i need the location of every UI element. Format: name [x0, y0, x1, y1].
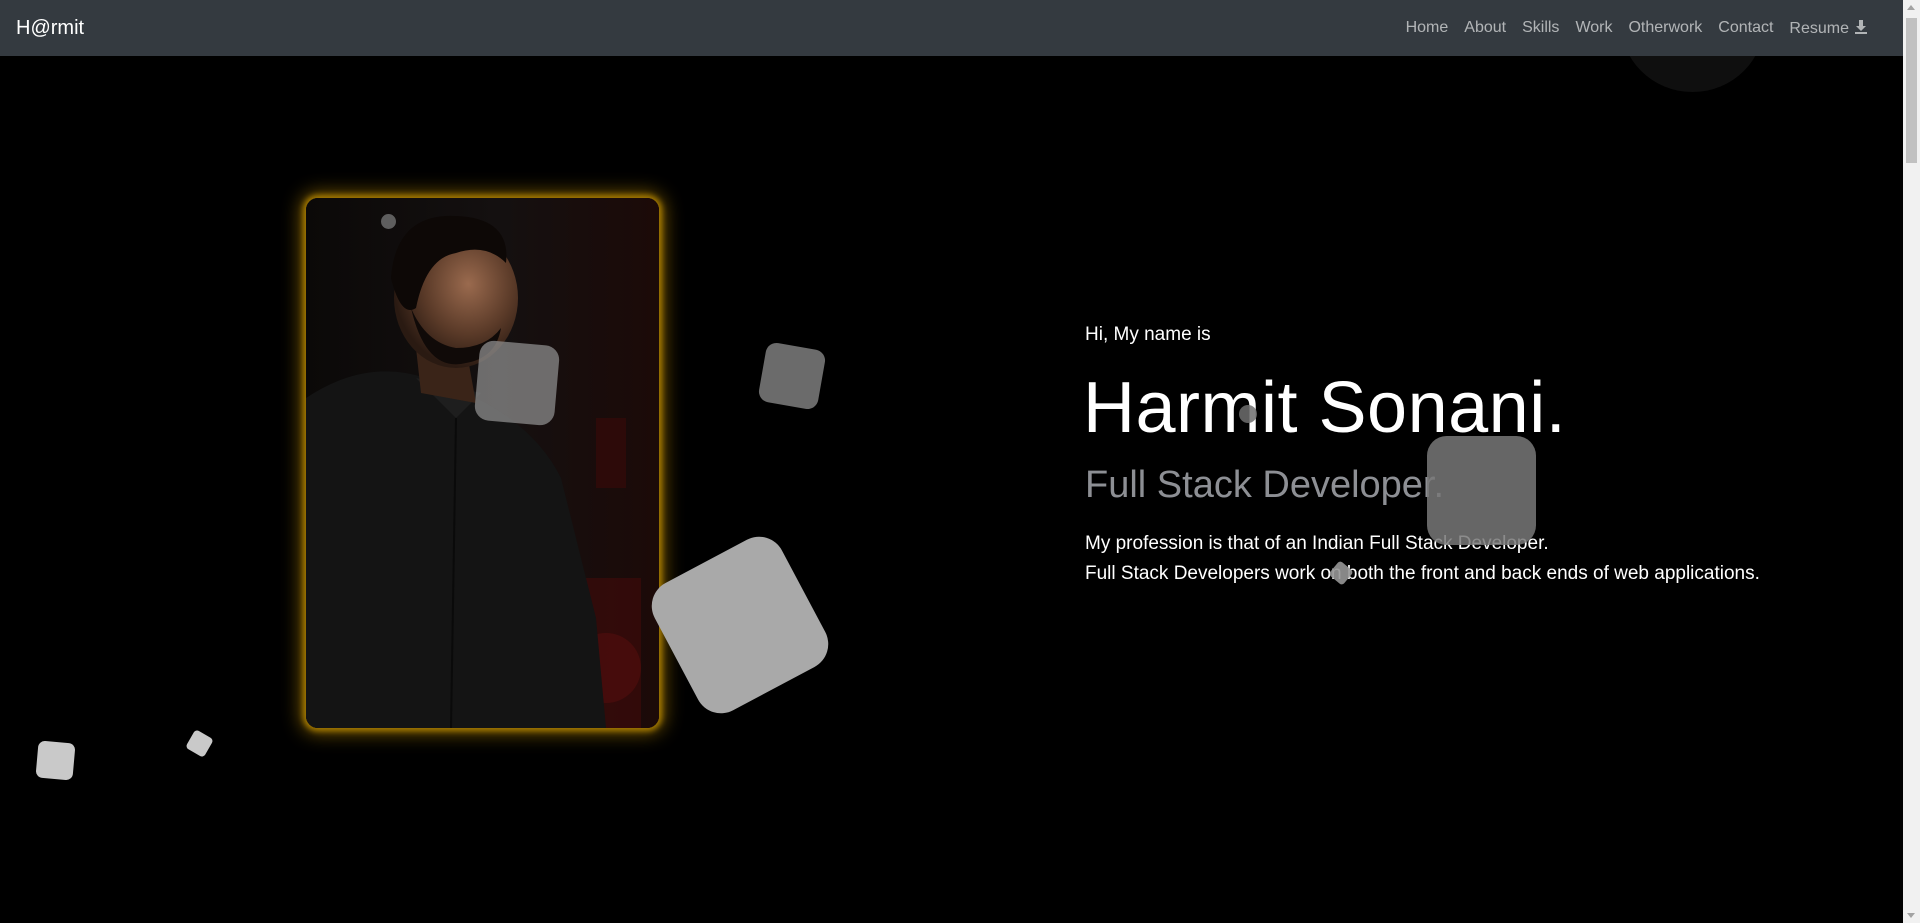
- floating-square-shape: [1427, 436, 1536, 545]
- nav-resume[interactable]: Resume: [1781, 11, 1877, 46]
- floating-square-shape: [185, 729, 214, 758]
- floating-circle-shape: [1239, 405, 1257, 423]
- nav-home[interactable]: Home: [1398, 11, 1457, 45]
- navbar: H@rmit Home About Skills Work Otherwork …: [0, 0, 1903, 56]
- floating-square-shape: [642, 527, 838, 723]
- profile-photo: [306, 198, 659, 728]
- scroll-thumb[interactable]: [1906, 18, 1917, 163]
- scroll-down-icon[interactable]: [1907, 913, 1915, 918]
- nav-work[interactable]: Work: [1567, 11, 1620, 45]
- page-scrollbar[interactable]: [1903, 0, 1920, 923]
- floating-square-shape: [473, 339, 561, 427]
- page: H@rmit Home About Skills Work Otherwork …: [0, 0, 1903, 923]
- hero-description-line: My profession is that of an Indian Full …: [1085, 533, 1549, 554]
- floating-square-shape: [35, 740, 76, 781]
- nav-resume-label: Resume: [1789, 19, 1849, 37]
- nav-links: Home About Skills Work Otherwork Contact…: [1398, 11, 1877, 46]
- download-icon: [1855, 19, 1867, 34]
- nav-about[interactable]: About: [1456, 11, 1514, 45]
- floating-square-shape: [757, 341, 827, 411]
- nav-contact[interactable]: Contact: [1710, 11, 1781, 45]
- hero-greeting: Hi, My name is: [1085, 324, 1211, 345]
- hero-description-line: Full Stack Developers work on both the f…: [1085, 563, 1760, 584]
- nav-skills[interactable]: Skills: [1514, 11, 1567, 45]
- hero-role: Full Stack Developer.: [1085, 464, 1445, 506]
- brand-logo[interactable]: H@rmit: [16, 17, 84, 40]
- floating-circle-shape: [381, 214, 396, 229]
- hero-description: My profession is that of an Indian Full …: [1085, 529, 1760, 589]
- nav-otherwork[interactable]: Otherwork: [1620, 11, 1710, 45]
- profile-photo-image: [306, 198, 659, 728]
- scroll-up-icon[interactable]: [1907, 5, 1915, 10]
